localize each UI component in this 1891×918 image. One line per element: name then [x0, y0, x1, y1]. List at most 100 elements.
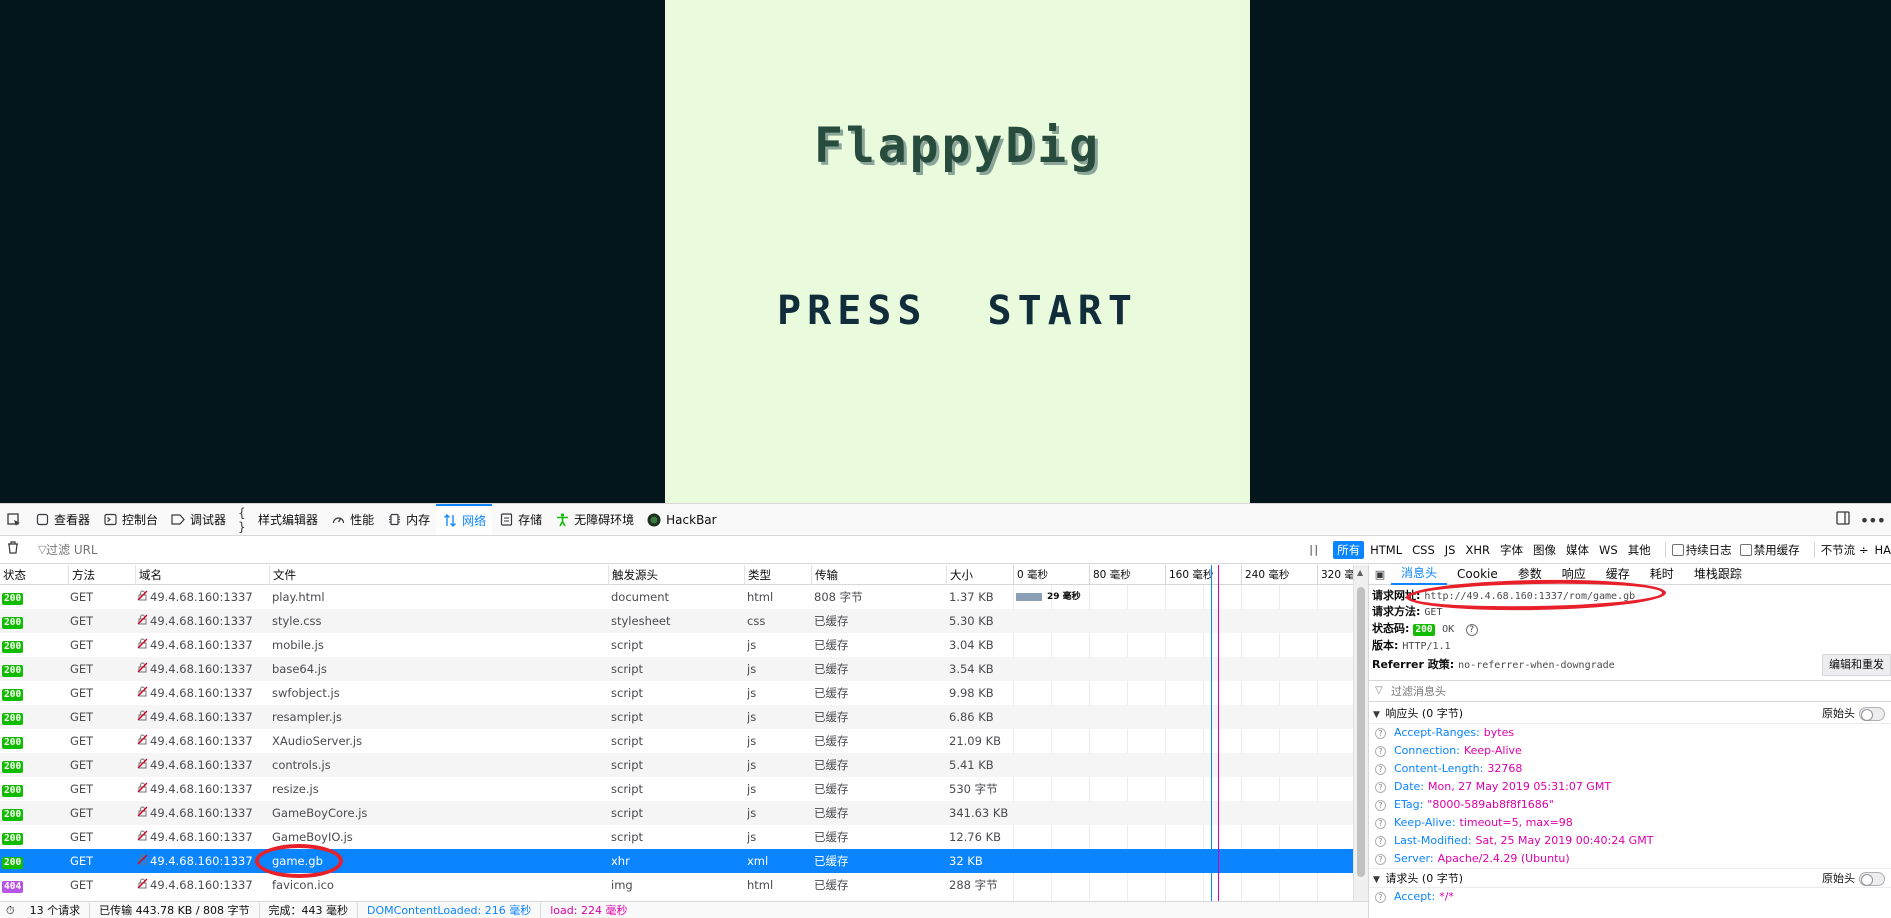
help-icon[interactable]: ? — [1375, 853, 1386, 865]
help-icon[interactable]: ? — [1375, 763, 1386, 775]
column-file[interactable]: 文件 — [269, 565, 609, 585]
help-icon[interactable]: ? — [1375, 835, 1386, 847]
tab-accessibility[interactable]: 无障碍环境 — [548, 504, 640, 535]
request-row[interactable]: 200 GET 49.4.68.160:1337 base64.js script js 已… — [0, 657, 1353, 681]
tab-network[interactable]: 网络 — [436, 504, 493, 535]
request-list-scrollbar[interactable]: ▲ — [1353, 565, 1368, 901]
type-filter-button[interactable]: 所有 — [1333, 540, 1365, 559]
request-row[interactable]: 200 GET 49.4.68.160:1337 game.gb xhr xml 已缓存 32… — [0, 849, 1353, 873]
har-menu[interactable]: HA — [1874, 543, 1891, 557]
status-badge: 200 — [2, 785, 24, 797]
request-row[interactable]: 200 GET 49.4.68.160:1337 GameBoyCore.js scri… — [0, 801, 1353, 825]
header-row[interactable]: ? Connection: Keep-Alive — [1369, 742, 1891, 760]
checkbox-box[interactable] — [1739, 543, 1752, 556]
request-row[interactable]: 200 GET 49.4.68.160:1337 mobile.js script js 已… — [0, 633, 1353, 657]
request-row[interactable]: 200 GET 49.4.68.160:1337 swfobject.js script… — [0, 681, 1353, 705]
type-filter-button[interactable]: 图像 — [1529, 541, 1560, 559]
response-headers-section[interactable]: ▼ 响应头 (0 字节) 原始头 — [1369, 704, 1891, 724]
header-row[interactable]: ? Accept: */* — [1369, 888, 1891, 906]
help-icon[interactable]: ? — [1375, 727, 1386, 739]
pause-icon[interactable]: | | — [1309, 543, 1318, 556]
help-icon[interactable]: ? — [1375, 817, 1386, 829]
header-row[interactable]: ? Server: Apache/2.4.29 (Ubuntu) — [1369, 850, 1891, 868]
type-filter-button[interactable]: 媒体 — [1562, 541, 1593, 559]
type-filter-button[interactable]: 字体 — [1496, 541, 1527, 559]
url-filter-input[interactable] — [26, 536, 1310, 563]
tab-performance[interactable]: 性能 — [324, 504, 380, 535]
column-type[interactable]: 类型 — [744, 565, 812, 585]
request-headers-section[interactable]: ▼ 请求头 (0 字节) 原始头 — [1369, 868, 1891, 888]
column-size[interactable]: 大小 — [946, 565, 1014, 585]
toggle-switch[interactable] — [1859, 872, 1885, 886]
tab-memory[interactable]: 内存 — [380, 504, 436, 535]
header-filter-input[interactable] — [1369, 681, 1891, 701]
column-transferred[interactable]: 传输 — [811, 565, 947, 585]
dock-icon[interactable] — [1836, 511, 1850, 529]
scroll-thumb[interactable] — [1357, 587, 1365, 877]
stopwatch-icon[interactable]: ⏱ — [0, 903, 21, 918]
header-row[interactable]: ? Date: Mon, 27 May 2019 05:31:07 GMT — [1369, 778, 1891, 796]
header-row[interactable]: ? ETag: "8000-589ab8f8f1686" — [1369, 796, 1891, 814]
type-filter-button[interactable]: XHR — [1461, 542, 1494, 558]
collapse-triangle-icon[interactable]: ▼ — [1373, 710, 1380, 720]
tab-hackbar[interactable]: HackBar — [640, 504, 722, 535]
raw-headers-toggle[interactable]: 原始头 — [1822, 869, 1885, 889]
edit-and-resend-button[interactable]: 编辑和重发 — [1822, 654, 1891, 676]
header-row[interactable]: ? Last-Modified: Sat, 25 May 2019 00:40:24… — [1369, 832, 1891, 850]
column-cause[interactable]: 触发源头 — [608, 565, 745, 585]
type-filter-button[interactable]: 其他 — [1624, 541, 1655, 559]
tab-storage[interactable]: 存储 — [492, 504, 548, 535]
request-url-value[interactable]: http://49.4.68.160:1337/rom/game.gb — [1424, 591, 1635, 602]
header-row[interactable]: ? Keep-Alive: timeout=5, max=98 — [1369, 814, 1891, 832]
type-filter-button[interactable]: CSS — [1408, 542, 1439, 558]
details-tab[interactable]: 耗时 — [1640, 565, 1684, 584]
details-tab[interactable]: 响应 — [1552, 565, 1596, 584]
tab-console[interactable]: 控制台 — [96, 504, 164, 535]
request-row[interactable]: 200 GET 49.4.68.160:1337 resize.js script js 已… — [0, 777, 1353, 801]
toggle-switch[interactable] — [1859, 707, 1885, 721]
type-filter-button[interactable]: WS — [1595, 542, 1622, 558]
help-icon[interactable]: ? — [1375, 745, 1386, 757]
type-filter-button[interactable]: JS — [1441, 542, 1460, 558]
details-tab[interactable]: 参数 — [1508, 565, 1552, 584]
type-filter-button[interactable]: HTML — [1366, 542, 1406, 558]
help-icon[interactable]: ? — [1375, 781, 1386, 793]
help-icon[interactable]: ? — [1375, 891, 1386, 903]
more-options-icon[interactable]: ••• — [1860, 511, 1886, 530]
help-icon[interactable]: ? — [1375, 799, 1386, 811]
tab-style-editor[interactable]: { } 样式编辑器 — [232, 504, 324, 535]
insecure-lock-icon — [137, 710, 148, 724]
request-row[interactable]: 200 GET 49.4.68.160:1337 controls.js script j… — [0, 753, 1353, 777]
disable-cache-checkbox[interactable]: 禁用缓存 — [1739, 542, 1800, 558]
header-row[interactable]: ? Content-Length: 32768 — [1369, 760, 1891, 778]
trash-icon[interactable] — [0, 541, 26, 558]
details-tab[interactable]: 缓存 — [1596, 565, 1640, 584]
details-tab[interactable]: Cookie — [1447, 565, 1508, 584]
game-viewport[interactable]: FlappyDig PRESS START — [0, 0, 1891, 503]
help-icon[interactable]: ? — [1465, 624, 1478, 636]
column-status[interactable]: 状态 — [0, 565, 70, 585]
throttle-select[interactable]: 不节流 ÷ — [1821, 542, 1869, 558]
element-picker-button[interactable] — [0, 504, 28, 535]
details-tab[interactable]: 堆栈跟踪 — [1684, 565, 1752, 584]
request-row[interactable]: 200 GET 49.4.68.160:1337 play.html document h… — [0, 585, 1353, 609]
status-cell: 200 — [0, 705, 66, 729]
persist-logs-checkbox[interactable]: 持续日志 — [1671, 542, 1732, 558]
column-method[interactable]: 方法 — [68, 565, 136, 585]
gameboy-screen[interactable]: FlappyDig PRESS START — [665, 0, 1250, 503]
collapse-triangle-icon[interactable]: ▼ — [1373, 875, 1380, 885]
column-domain[interactable]: 域名 — [135, 565, 270, 585]
raw-headers-toggle[interactable]: 原始头 — [1822, 704, 1885, 724]
tab-inspector[interactable]: 查看器 — [28, 504, 96, 535]
request-row[interactable]: 200 GET 49.4.68.160:1337 resampler.js script… — [0, 705, 1353, 729]
toggle-sidebar-icon[interactable]: ▣ — [1369, 568, 1391, 581]
checkbox-box[interactable] — [1671, 543, 1684, 556]
details-tab[interactable]: 消息头 — [1391, 564, 1448, 585]
request-row[interactable]: 200 GET 49.4.68.160:1337 style.css styleshee… — [0, 609, 1353, 633]
scroll-up-icon[interactable]: ▲ — [1357, 568, 1363, 577]
request-row[interactable]: 200 GET 49.4.68.160:1337 XAudioServer.js scr… — [0, 729, 1353, 753]
request-row[interactable]: 200 GET 49.4.68.160:1337 GameBoyIO.js script… — [0, 825, 1353, 849]
header-row[interactable]: ? Accept-Ranges: bytes — [1369, 724, 1891, 742]
tab-debugger[interactable]: 调试器 — [164, 504, 232, 535]
request-row[interactable]: 404 GET 49.4.68.160:1337 favicon.ico img html… — [0, 873, 1353, 897]
